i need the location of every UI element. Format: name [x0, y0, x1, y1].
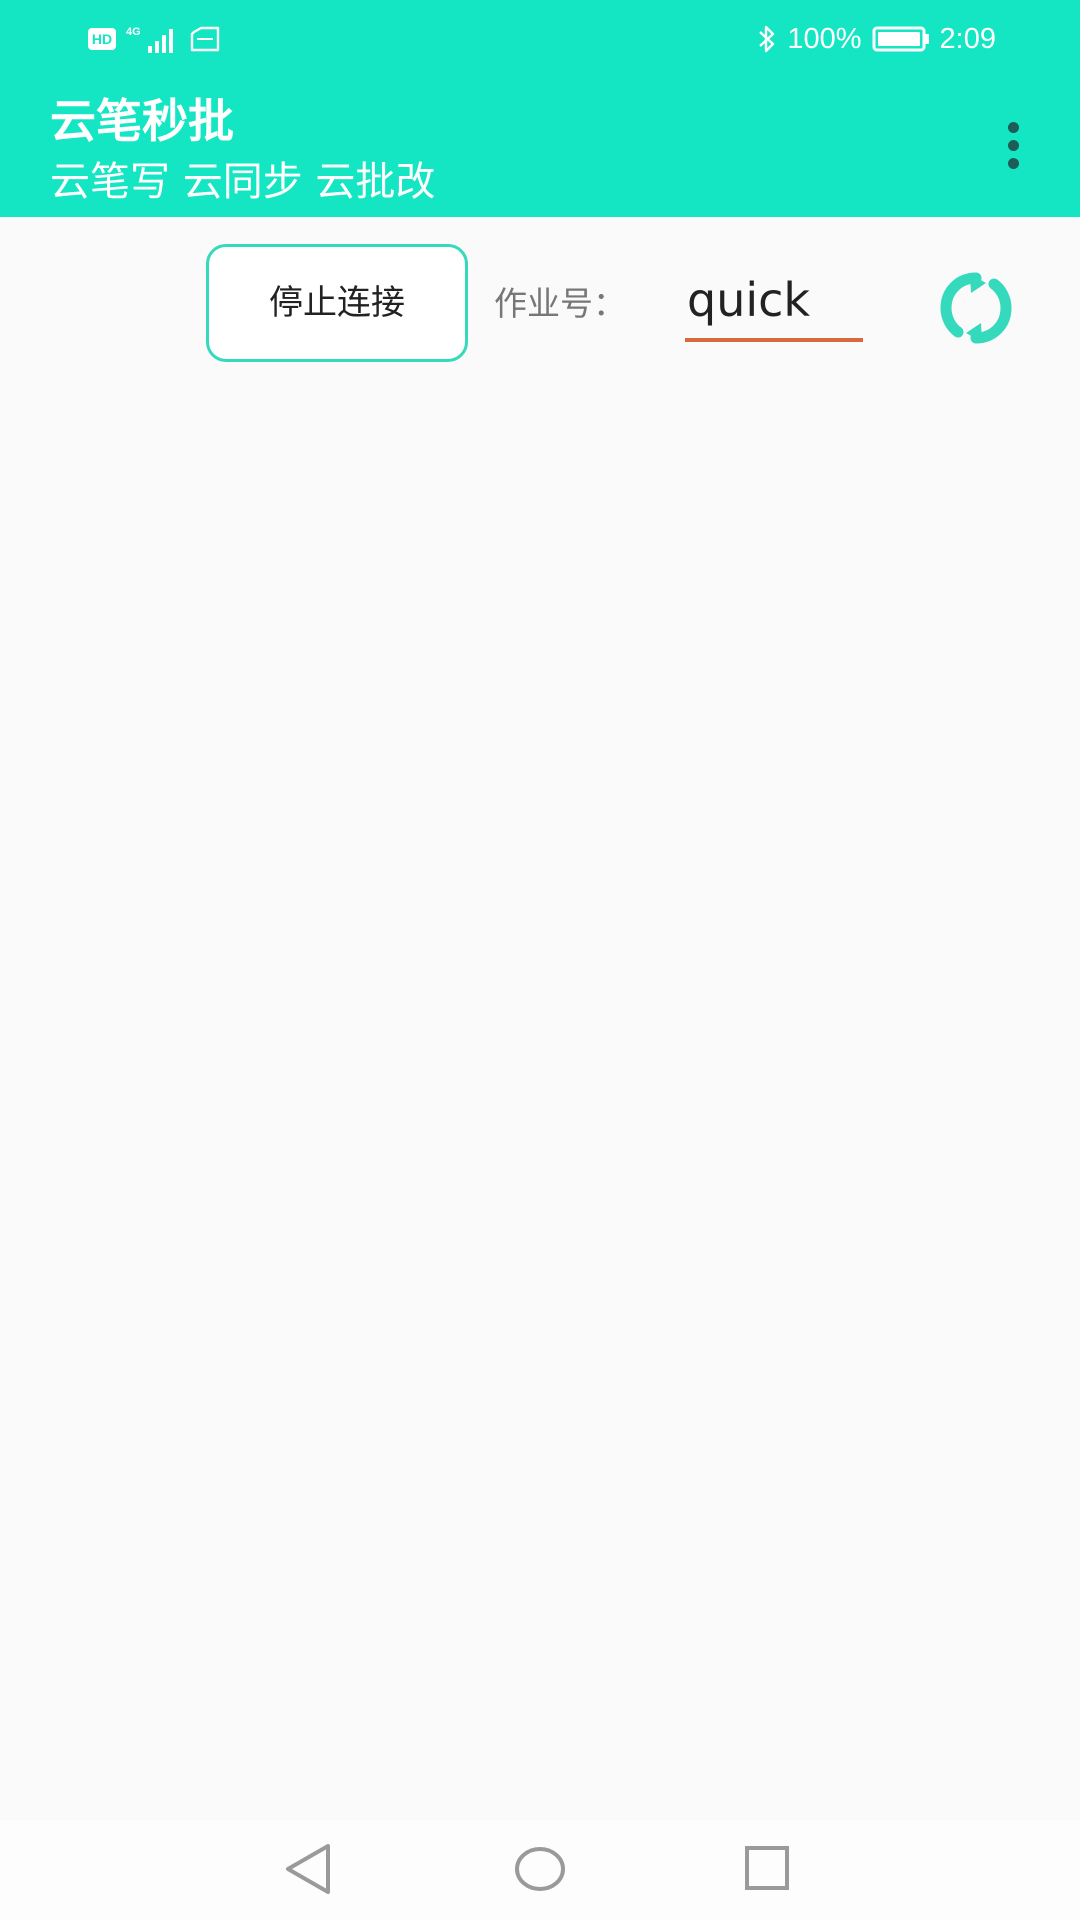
- battery-percent: 100%: [787, 22, 862, 55]
- bluetooth-icon: [759, 25, 775, 53]
- status-left-group: HD 4G: [88, 22, 222, 56]
- app-title: 云笔秒批: [50, 94, 234, 148]
- system-navigation-bar: [0, 1820, 1080, 1920]
- app-header: HD 4G 100% 2:09 云笔秒批 云笔写 云同步 云批改: [0, 0, 1080, 217]
- refresh-icon[interactable]: [934, 266, 1018, 350]
- status-bar: HD 4G 100% 2:09: [0, 0, 1080, 78]
- overflow-menu-icon[interactable]: [1000, 122, 1028, 170]
- homework-number-value: quick: [687, 273, 811, 327]
- back-icon[interactable]: [278, 1838, 340, 1900]
- app-subtitle: 云笔写 云同步 云批改: [50, 159, 436, 205]
- sim-card-icon: [190, 26, 220, 52]
- recents-icon[interactable]: [736, 1838, 798, 1900]
- home-icon[interactable]: [509, 1838, 571, 1900]
- stop-connection-button[interactable]: 停止连接: [206, 244, 468, 362]
- status-time: 2:09: [939, 22, 996, 55]
- status-right-group: 100% 2:09: [757, 20, 996, 58]
- homework-number-label: 作业号：: [494, 284, 626, 323]
- hd-badge: HD: [88, 28, 116, 50]
- signal-icon: 4G: [126, 26, 173, 53]
- homework-number-input[interactable]: quick: [685, 268, 863, 342]
- network-type: 4G: [126, 26, 141, 38]
- battery-icon: [872, 26, 929, 52]
